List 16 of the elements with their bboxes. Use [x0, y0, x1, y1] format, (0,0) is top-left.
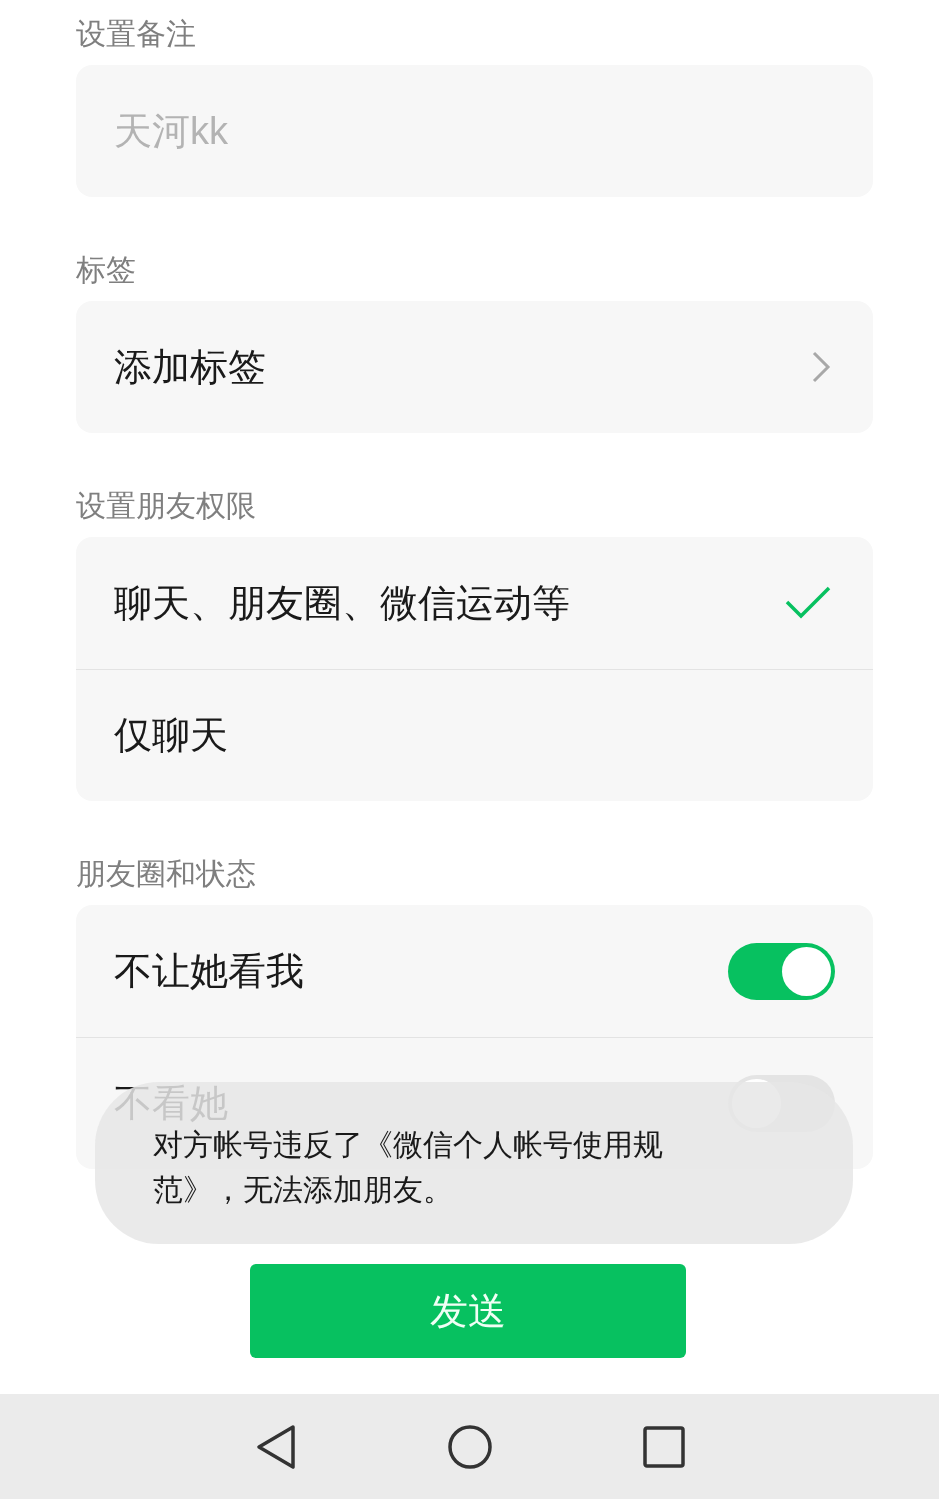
add-tag-row[interactable]: 添加标签 [76, 301, 873, 433]
setting-label: 不让她看我 [114, 948, 304, 994]
section-label: 设置备注 [76, 16, 197, 52]
recent-apps-icon[interactable] [642, 1425, 685, 1468]
toast-text: 对方帐号违反了《微信个人帐号使用规范》，无法添加朋友。 [153, 1127, 664, 1208]
chevron-right-icon [811, 350, 831, 384]
section-label: 设置朋友权限 [76, 488, 257, 524]
permission-option[interactable]: 仅聊天 [76, 669, 873, 801]
home-icon[interactable] [446, 1423, 493, 1470]
toggle-switch[interactable] [728, 942, 835, 1000]
checkmark-icon [785, 586, 831, 620]
section-label: 标签 [76, 252, 137, 288]
section-label: 朋友圈和状态 [76, 856, 257, 892]
back-icon[interactable] [254, 1423, 297, 1470]
permission-option[interactable]: 聊天、朋友圈、微信运动等 [76, 537, 873, 669]
remark-input-field[interactable]: 天河kk [76, 65, 873, 197]
